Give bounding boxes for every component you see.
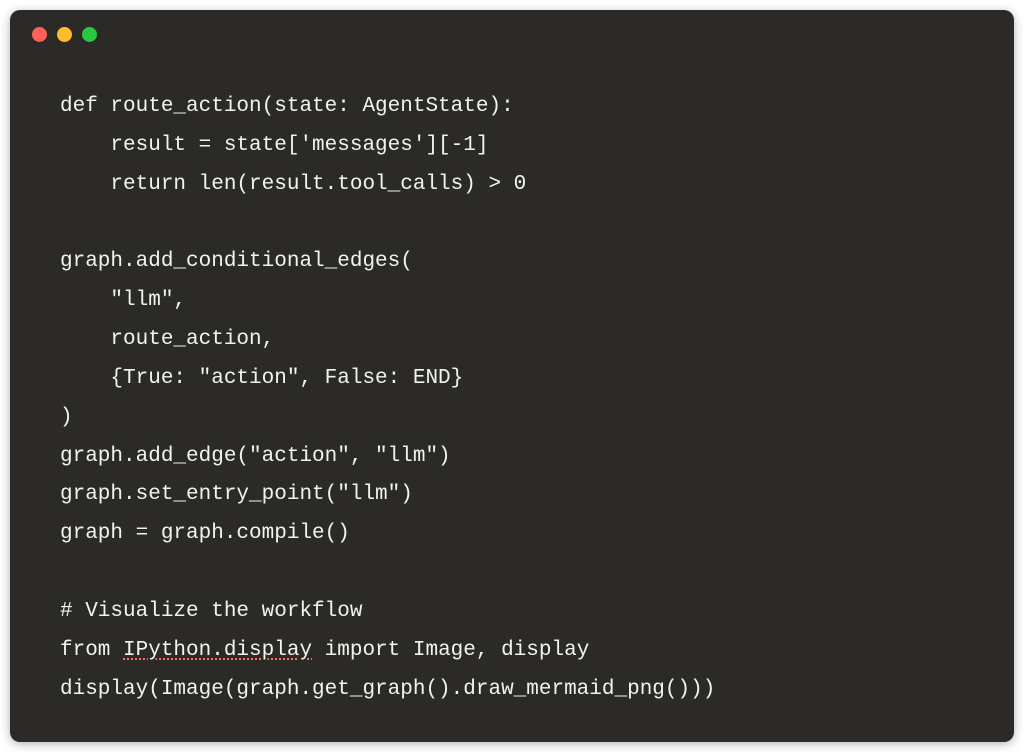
code-window: def route_action(state: AgentState): res… xyxy=(10,10,1014,742)
maximize-icon[interactable] xyxy=(82,27,97,42)
lint-squiggle: IPython.display xyxy=(123,639,312,662)
code-block: def route_action(state: AgentState): res… xyxy=(60,88,964,710)
code-area: def route_action(state: AgentState): res… xyxy=(10,58,1014,740)
window-titlebar xyxy=(10,10,1014,58)
close-icon[interactable] xyxy=(32,27,47,42)
minimize-icon[interactable] xyxy=(57,27,72,42)
